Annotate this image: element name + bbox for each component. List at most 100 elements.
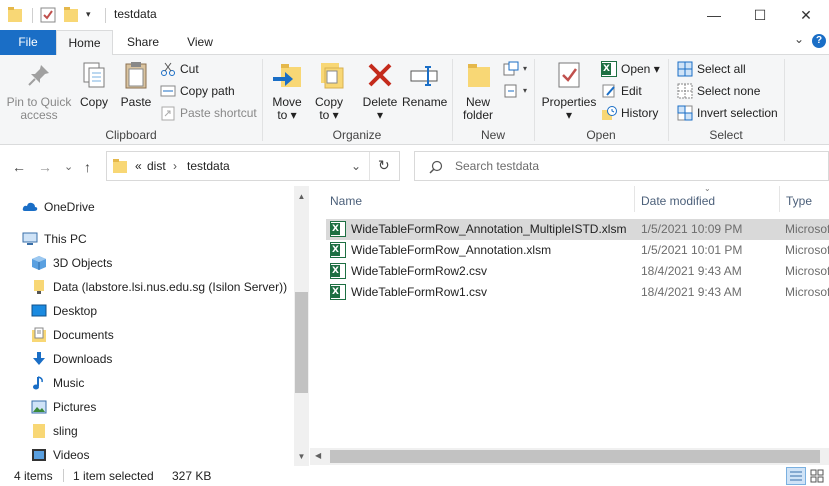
new-item-button[interactable]: ▾ [503,59,527,79]
breadcrumb-dist[interactable]: dist [147,159,166,173]
breadcrumb-separator[interactable]: › [173,159,177,173]
rename-button[interactable]: Rename [402,59,447,109]
nav-item-data-network-drive[interactable]: Data (labstore.lsi.nus.edu.sg (Isilon Se… [0,276,294,298]
refresh-icon[interactable]: ↻ [378,157,390,174]
details-view-button[interactable] [786,467,806,485]
scroll-left-button[interactable]: ◀ [315,451,321,460]
forward-button[interactable]: → [38,159,52,175]
tab-share[interactable]: Share [117,30,169,55]
select-none-button[interactable]: Select none [677,81,760,101]
folder-icon [113,159,127,173]
table-row[interactable]: WideTableFormRow_Annotation.xlsm 1/5/202… [326,240,829,261]
search-input[interactable]: Search testdata [414,151,829,181]
history-icon [601,105,617,121]
computer-icon [22,231,38,247]
title-bar: ▾ testdata — ☐ ✕ [0,0,829,30]
nav-item-3d-objects[interactable]: 3D Objects [0,252,294,274]
pin-to-quick-access-button[interactable]: Pin to Quick access [4,59,74,122]
navigation-pane: OneDrive This PC 3D Objects Data (labsto… [0,186,310,466]
delete-button[interactable]: Delete ▾ [360,59,400,122]
edit-button[interactable]: Edit [601,81,642,101]
invert-selection-button[interactable]: Invert selection [677,103,778,123]
scroll-up-button[interactable]: ▲ [294,192,309,201]
cut-button[interactable]: Cut [160,59,199,79]
excel-file-icon [330,221,346,237]
nav-item-sling[interactable]: sling [0,420,294,442]
paste-shortcut-button[interactable]: Paste shortcut [160,103,257,123]
new-item-icon [503,61,519,77]
tab-file[interactable]: File [0,30,56,55]
nav-item-onedrive[interactable]: OneDrive [0,196,294,218]
nav-item-desktop[interactable]: Desktop [0,300,294,322]
item-count: 4 items [14,469,53,483]
easy-access-button[interactable]: ▾ [503,81,527,101]
scissors-icon [160,61,176,77]
desktop-icon [31,303,47,319]
cube-icon [31,255,47,271]
easy-access-icon [503,83,519,99]
network-drive-icon [31,279,47,295]
back-button[interactable]: ← [12,159,26,175]
minimize-button[interactable]: — [691,0,737,30]
scroll-down-button[interactable]: ▼ [294,452,309,461]
table-row[interactable]: WideTableFormRow2.csv 18/4/2021 9:43 AM … [326,261,829,282]
column-header-type[interactable]: Type [786,194,812,208]
tab-home[interactable]: Home [56,30,113,56]
large-icons-view-button[interactable] [808,467,828,485]
copy-icon [78,59,110,91]
nav-item-pictures[interactable]: Pictures [0,396,294,418]
column-header-date-modified[interactable]: Date modified [641,194,715,208]
paste-icon [120,59,152,91]
nav-item-documents[interactable]: Documents [0,324,294,346]
expand-ribbon-icon[interactable]: ⌄ [794,32,804,46]
status-bar: 4 items 1 item selected 327 KB [0,466,829,486]
history-button[interactable]: History [601,103,658,123]
music-icon [31,375,47,391]
open-button[interactable]: Open ▾ [601,59,660,79]
file-list-horizontal-scrollbar[interactable]: ◀ [310,448,829,465]
address-dropdown-icon[interactable]: ⌄ [351,159,361,173]
breadcrumb-testdata[interactable]: testdata [187,159,230,173]
nav-item-videos[interactable]: Videos [0,444,294,466]
open-group-label: Open [586,128,616,142]
select-all-icon [677,61,693,77]
help-icon[interactable]: ? [812,34,826,48]
customize-quick-access-icon[interactable]: ▾ [86,9,91,20]
nav-item-music[interactable]: Music [0,372,294,394]
folder-icon [31,423,47,439]
excel-csv-file-icon [330,263,346,279]
new-folder-quick-access-icon[interactable] [64,7,78,23]
move-to-button[interactable]: Move to ▾ [268,59,306,122]
large-icons-view-icon [810,469,824,483]
copy-path-button[interactable]: Copy path [160,81,235,101]
table-row[interactable]: WideTableFormRow1.csv 18/4/2021 9:43 AM … [326,282,829,303]
maximize-button[interactable]: ☐ [737,0,783,30]
paste-button[interactable]: Paste [118,59,154,109]
select-all-button[interactable]: Select all [677,59,746,79]
nav-item-downloads[interactable]: Downloads [0,348,294,370]
search-icon [429,160,443,174]
breadcrumb-overflow[interactable]: « [135,159,142,173]
column-header-name[interactable]: Name [330,194,362,208]
tab-view[interactable]: View [174,30,226,55]
details-view-icon [790,471,802,481]
table-row[interactable]: WideTableFormRow_Annotation_MultipleISTD… [326,219,829,240]
close-button[interactable]: ✕ [783,0,829,30]
ribbon-tabs: File Home Share View [0,30,829,56]
properties-quick-access-icon[interactable] [40,7,56,23]
properties-button[interactable]: Properties ▾ [540,59,598,122]
up-button[interactable]: ↑ [84,159,91,175]
sort-indicator-icon: ⌄ [704,184,711,193]
nav-pane-scrollbar[interactable]: ▲ ▼ [294,186,309,466]
recent-locations-button[interactable]: ⌄ [64,160,73,173]
horizontal-scroll-thumb[interactable] [330,450,820,463]
copy-to-button[interactable]: Copy to ▾ [310,59,348,122]
new-folder-button[interactable]: New folder [458,59,498,122]
excel-file-icon [330,242,346,258]
nav-item-this-pc[interactable]: This PC [0,228,294,250]
properties-icon [553,59,585,91]
scroll-thumb[interactable] [295,292,308,393]
address-bar[interactable]: « dist › testdata ⌄ ↻ [106,151,400,181]
copy-button[interactable]: Copy [76,59,112,109]
paste-shortcut-icon [160,105,176,121]
